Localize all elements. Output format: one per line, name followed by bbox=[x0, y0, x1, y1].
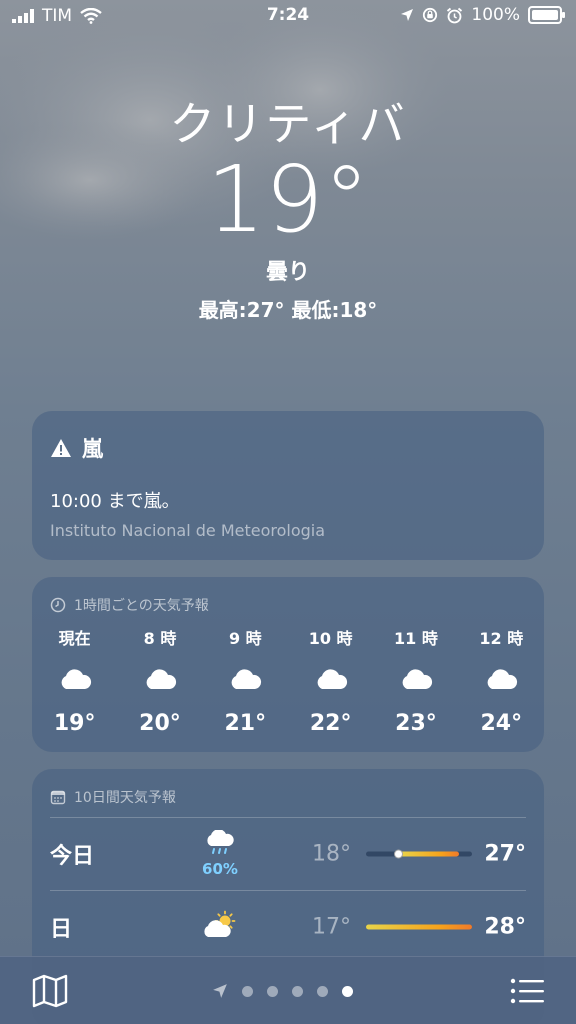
daily-title: 10日間天気予報 bbox=[74, 790, 176, 806]
hour-temp: 21° bbox=[224, 711, 267, 736]
cloud-rain-icon bbox=[207, 829, 234, 854]
hourly-forecast-card[interactable]: 1時間ごとの天気予報 現在 19° 8 時 20° 9 時 21° 10 時 2… bbox=[32, 577, 544, 752]
day-row[interactable]: 日 17° 28° bbox=[50, 891, 526, 963]
status-bar: TIM 7:24 100% bbox=[0, 0, 576, 34]
hour-item: 現在 19° bbox=[32, 625, 117, 736]
cloud-icon bbox=[231, 669, 262, 689]
page-dot[interactable] bbox=[317, 985, 328, 997]
clock-icon bbox=[50, 597, 66, 613]
alert-source: Instituto Nacional de Meteorologia bbox=[50, 521, 326, 540]
hour-label: 9 時 bbox=[228, 629, 262, 648]
temperature-range-bar bbox=[366, 849, 472, 859]
hour-label: 現在 bbox=[58, 629, 91, 648]
high-low-temperature: 最高:27° 最低:18° bbox=[198, 298, 378, 322]
day-name: 日 bbox=[50, 917, 73, 942]
hour-temp: 23° bbox=[395, 711, 437, 736]
hour-label: 12 時 bbox=[479, 629, 524, 648]
day-high-temp: 27° bbox=[484, 841, 526, 867]
cloud-icon bbox=[402, 669, 433, 689]
page-indicator[interactable] bbox=[212, 983, 353, 999]
temperature-range-fill bbox=[366, 924, 472, 930]
page-dot[interactable] bbox=[242, 985, 253, 997]
day-high-temp: 28° bbox=[484, 914, 526, 940]
warning-icon bbox=[51, 439, 71, 457]
city-name: クリティバ bbox=[169, 97, 407, 151]
bottom-toolbar bbox=[0, 956, 576, 1024]
hour-label: 11 時 bbox=[394, 629, 438, 648]
hour-item: 11 時 23° bbox=[373, 625, 458, 736]
current-condition: 曇り bbox=[265, 260, 310, 285]
hour-temp: 20° bbox=[139, 711, 181, 736]
day-low-temp: 17° bbox=[312, 914, 351, 940]
precipitation-chance: 60% bbox=[202, 860, 238, 878]
alarm-icon bbox=[447, 7, 463, 23]
temperature-range-fill bbox=[399, 851, 460, 857]
alert-body: 10:00 まで嵐。 bbox=[50, 491, 180, 512]
cloud-icon bbox=[61, 669, 91, 689]
current-weather-header: クリティバ 19° 曇り 最高:27° 最低:18° bbox=[0, 94, 576, 323]
location-arrow-icon bbox=[213, 984, 227, 998]
hourly-title: 1時間ごとの天気予報 bbox=[74, 598, 209, 614]
cloud-icon bbox=[146, 669, 177, 689]
current-temperature: 19° bbox=[206, 146, 370, 253]
day-name: 今日 bbox=[50, 844, 95, 869]
page-dot[interactable] bbox=[267, 985, 278, 997]
rotation-lock-icon bbox=[423, 7, 438, 23]
hour-label: 8 時 bbox=[143, 629, 177, 648]
hour-temp: 22° bbox=[309, 711, 352, 736]
battery-percent: 100% bbox=[471, 5, 520, 25]
hourly-list: 現在 19° 8 時 20° 9 時 21° 10 時 22° 11 時 23°… bbox=[32, 625, 544, 736]
hour-item: 8 時 20° bbox=[117, 625, 202, 736]
temperature-range-bar bbox=[366, 924, 472, 930]
sun-cloud-icon bbox=[204, 910, 236, 937]
hour-temp: 24° bbox=[480, 711, 523, 736]
page-dot[interactable] bbox=[342, 985, 353, 997]
alert-title: 嵐 bbox=[82, 437, 103, 461]
hour-item: 12 時 24° bbox=[459, 625, 544, 736]
day-row[interactable]: 今日 60% 18° 27° bbox=[50, 818, 526, 890]
page-dot[interactable] bbox=[292, 985, 303, 997]
cloud-icon bbox=[487, 669, 518, 689]
calendar-icon bbox=[50, 790, 66, 805]
hour-temp: 19° bbox=[53, 711, 96, 736]
list-icon[interactable] bbox=[510, 975, 544, 1007]
hour-item: 10 時 22° bbox=[288, 625, 373, 736]
battery-fill bbox=[532, 10, 558, 20]
battery-icon bbox=[528, 6, 565, 24]
day-low-temp: 18° bbox=[312, 841, 351, 867]
hour-item: 9 時 21° bbox=[203, 625, 288, 736]
hour-label: 10 時 bbox=[308, 629, 353, 648]
map-icon[interactable] bbox=[32, 974, 68, 1008]
location-arrow-icon bbox=[401, 9, 414, 21]
current-temperature-marker bbox=[393, 849, 403, 859]
weather-alert-card[interactable]: 嵐 10:00 まで嵐。 Instituto Nacional de Meteo… bbox=[32, 411, 544, 560]
cloud-icon bbox=[317, 669, 347, 689]
